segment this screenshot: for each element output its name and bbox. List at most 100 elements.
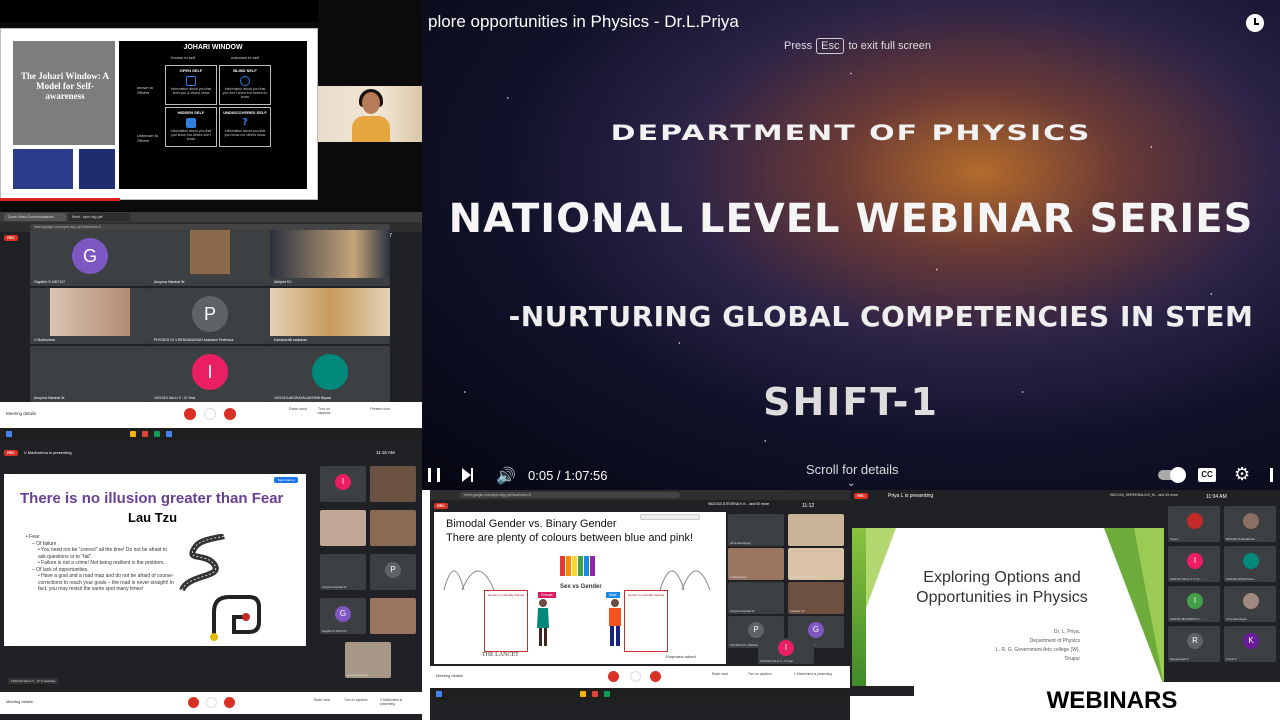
folder-icon[interactable] <box>580 691 586 697</box>
avatar: P <box>748 622 764 638</box>
address-bar[interactable]: meet.google.com/apm-vkjy-ykf?authuser=0 <box>460 492 680 498</box>
participant-tile[interactable]: P PHYSICS Dr V.RENGANAYAKI Assistant Pro… <box>150 288 270 344</box>
mic-off-button[interactable] <box>188 697 199 708</box>
participant-tile[interactable]: uthra dinesingan <box>345 642 391 678</box>
avatar: P <box>385 562 401 578</box>
raise-hand-button[interactable]: Raise hand <box>712 672 728 676</box>
captions-icon[interactable]: CC <box>1198 468 1216 482</box>
meeting-details-button[interactable]: Meeting details <box>436 673 463 678</box>
options-slide-screen: REC Priya L is presenting 9821016_SHREEB… <box>850 490 1280 696</box>
participant-tile[interactable] <box>370 466 416 502</box>
participant-tile[interactable]: Priya L <box>1168 506 1220 542</box>
hangup-icon[interactable] <box>204 408 216 420</box>
person-avatar-icon <box>1187 513 1203 529</box>
participant-tile[interactable]: 1921319-AKSHAYALA... <box>1224 546 1276 582</box>
participant-tile[interactable]: I 1921319 VALLI V- III Ye... <box>1168 546 1220 582</box>
meeting-details-button[interactable]: Meeting details <box>6 411 36 416</box>
participant-tile[interactable] <box>788 514 844 546</box>
captions-button[interactable]: Turn on captions <box>312 407 336 415</box>
mic-off-button[interactable] <box>184 408 196 420</box>
participant-tile[interactable]: G Gayathri S 1907107 <box>320 598 366 634</box>
participant-tile[interactable]: I <box>320 466 366 502</box>
hangup-icon[interactable] <box>206 697 217 708</box>
captions-button[interactable]: Turn on captions <box>344 698 368 702</box>
captions-button[interactable]: Turn on captions <box>748 672 772 676</box>
participant-tile[interactable]: I 1921319 VALLI V - III Year <box>758 638 814 664</box>
rec-badge: REC <box>4 450 18 456</box>
avatar: I <box>192 354 228 390</box>
participant-tile[interactable]: Kanakavalli sankaran <box>788 548 844 580</box>
camera-off-button[interactable] <box>650 671 661 682</box>
participant-tile[interactable]: Anupma Harshal W. <box>30 346 150 402</box>
participant-tile[interactable]: uthra dinesingan <box>728 514 784 546</box>
presenting-button[interactable]: V Madhurima is presenting <box>380 698 416 706</box>
participant-tile[interactable]: V Madhurima <box>728 548 784 580</box>
participant-tile[interactable]: K Kothai K <box>1224 626 1276 662</box>
next-icon[interactable] <box>462 468 473 482</box>
meet-topbar: REC V Madhurima is presenting 11:16 AM <box>0 448 422 462</box>
avatar: K <box>1243 633 1259 649</box>
slide-heading: Bimodal Gender vs. Binary Gender There a… <box>446 517 693 545</box>
participant-tile[interactable] <box>370 598 416 634</box>
exit-text: to exit full screen <box>848 40 932 52</box>
app-icon[interactable] <box>604 691 610 697</box>
participant-tile[interactable]: uthra dinesingan <box>1224 586 1276 622</box>
fullscreen-icon[interactable] <box>1270 468 1280 482</box>
folder-icon[interactable] <box>130 431 136 437</box>
raise-hand-button[interactable]: Raise hand <box>286 407 310 411</box>
participant-tile[interactable]: Shankar KV <box>788 582 844 614</box>
camera-off-button[interactable] <box>224 697 235 708</box>
chrome-icon[interactable] <box>142 431 148 437</box>
participant-tile[interactable] <box>320 510 366 546</box>
scroll-for-details[interactable]: Scroll for details <box>806 462 898 477</box>
gear-icon[interactable]: ⚙ <box>1234 464 1250 485</box>
participant-tile[interactable]: I 1921319 VALLI V - III Year <box>150 346 270 402</box>
participant-tile[interactable]: G Gayathri S 1907107 <box>30 230 150 286</box>
slide-author: Lau Tzu <box>128 510 178 525</box>
autoplay-toggle[interactable] <box>1158 467 1186 483</box>
stop-sharing-button[interactable]: Stop sharing <box>274 477 298 483</box>
present-now-button[interactable]: Present now <box>368 407 392 411</box>
participant-tile[interactable]: 9821030-THAGARAJA... <box>1224 506 1276 542</box>
rainbow-people-icon <box>560 556 595 576</box>
participant-tile[interactable]: I 1921342-BHOOMIKA S... <box>1168 586 1220 622</box>
video-title[interactable]: plore opportunities in Physics - Dr.L.Pr… <box>428 12 739 32</box>
participant-tile[interactable] <box>370 510 416 546</box>
camera-off-button[interactable] <box>224 408 236 420</box>
start-icon[interactable] <box>6 431 12 437</box>
watch-later-icon[interactable] <box>1246 14 1264 32</box>
participant-tile[interactable]: P <box>370 554 416 590</box>
chrome-icon[interactable] <box>592 691 598 697</box>
app-icon[interactable] <box>154 431 160 437</box>
lancet-logo: THE LANCET <box>482 652 519 658</box>
participant-tile[interactable]: Anupma Harshal W. <box>728 582 784 614</box>
slide-title: Exploring Options and Opportunities in P… <box>916 569 1088 606</box>
volume-icon[interactable]: 🔊 <box>496 466 516 485</box>
mic-off-button[interactable] <box>608 671 619 682</box>
participant-tile[interactable]: 1921319-AKSHAYALAKSHMI Biyaar <box>270 346 390 402</box>
caption-chip: 1921319 VALLI V - III Yr Hashtag <box>8 678 59 684</box>
start-icon[interactable] <box>436 691 442 697</box>
presenting-button[interactable]: V Madhurima is presenting <box>794 672 834 676</box>
gender-slide: Bimodal Gender vs. Binary Gender There a… <box>434 512 726 664</box>
participant-tile[interactable]: Abhjeet KV <box>270 230 390 286</box>
browser-tab[interactable]: Meet - apm-vkjy-ykf <box>68 213 130 221</box>
raise-hand-button[interactable]: Raise hand <box>314 698 330 702</box>
youtube-player[interactable]: plore opportunities in Physics - Dr.L.Pr… <box>422 0 1280 490</box>
pause-icon[interactable] <box>428 468 440 482</box>
participant-tile[interactable]: R Ranganayaki V <box>1168 626 1220 662</box>
participant-name: 1921342-BHOOMIKA S... <box>1170 617 1202 621</box>
participant-tile[interactable]: Anupma Harshal W. <box>150 230 270 286</box>
participant-tile[interactable]: Kanakavalli sankaran <box>270 288 390 344</box>
app-icon[interactable] <box>166 431 172 437</box>
person-avatar-icon <box>1243 593 1259 609</box>
browser-tab[interactable]: Zoom Video Communications <box>4 213 66 221</box>
hangup-icon[interactable] <box>630 671 641 682</box>
avatar: I <box>1187 553 1203 569</box>
participant-tile[interactable]: Anupma Harshal W. <box>320 554 366 590</box>
presenter-info: Priya L is presenting <box>888 493 934 499</box>
participant-name: 1921319 VALLI V - III Year <box>154 396 196 400</box>
meeting-details-button[interactable]: Meeting details <box>6 699 33 704</box>
participant-tile[interactable]: V Madhurima <box>30 288 150 344</box>
chevron-down-icon[interactable]: ⌄ <box>847 478 855 489</box>
